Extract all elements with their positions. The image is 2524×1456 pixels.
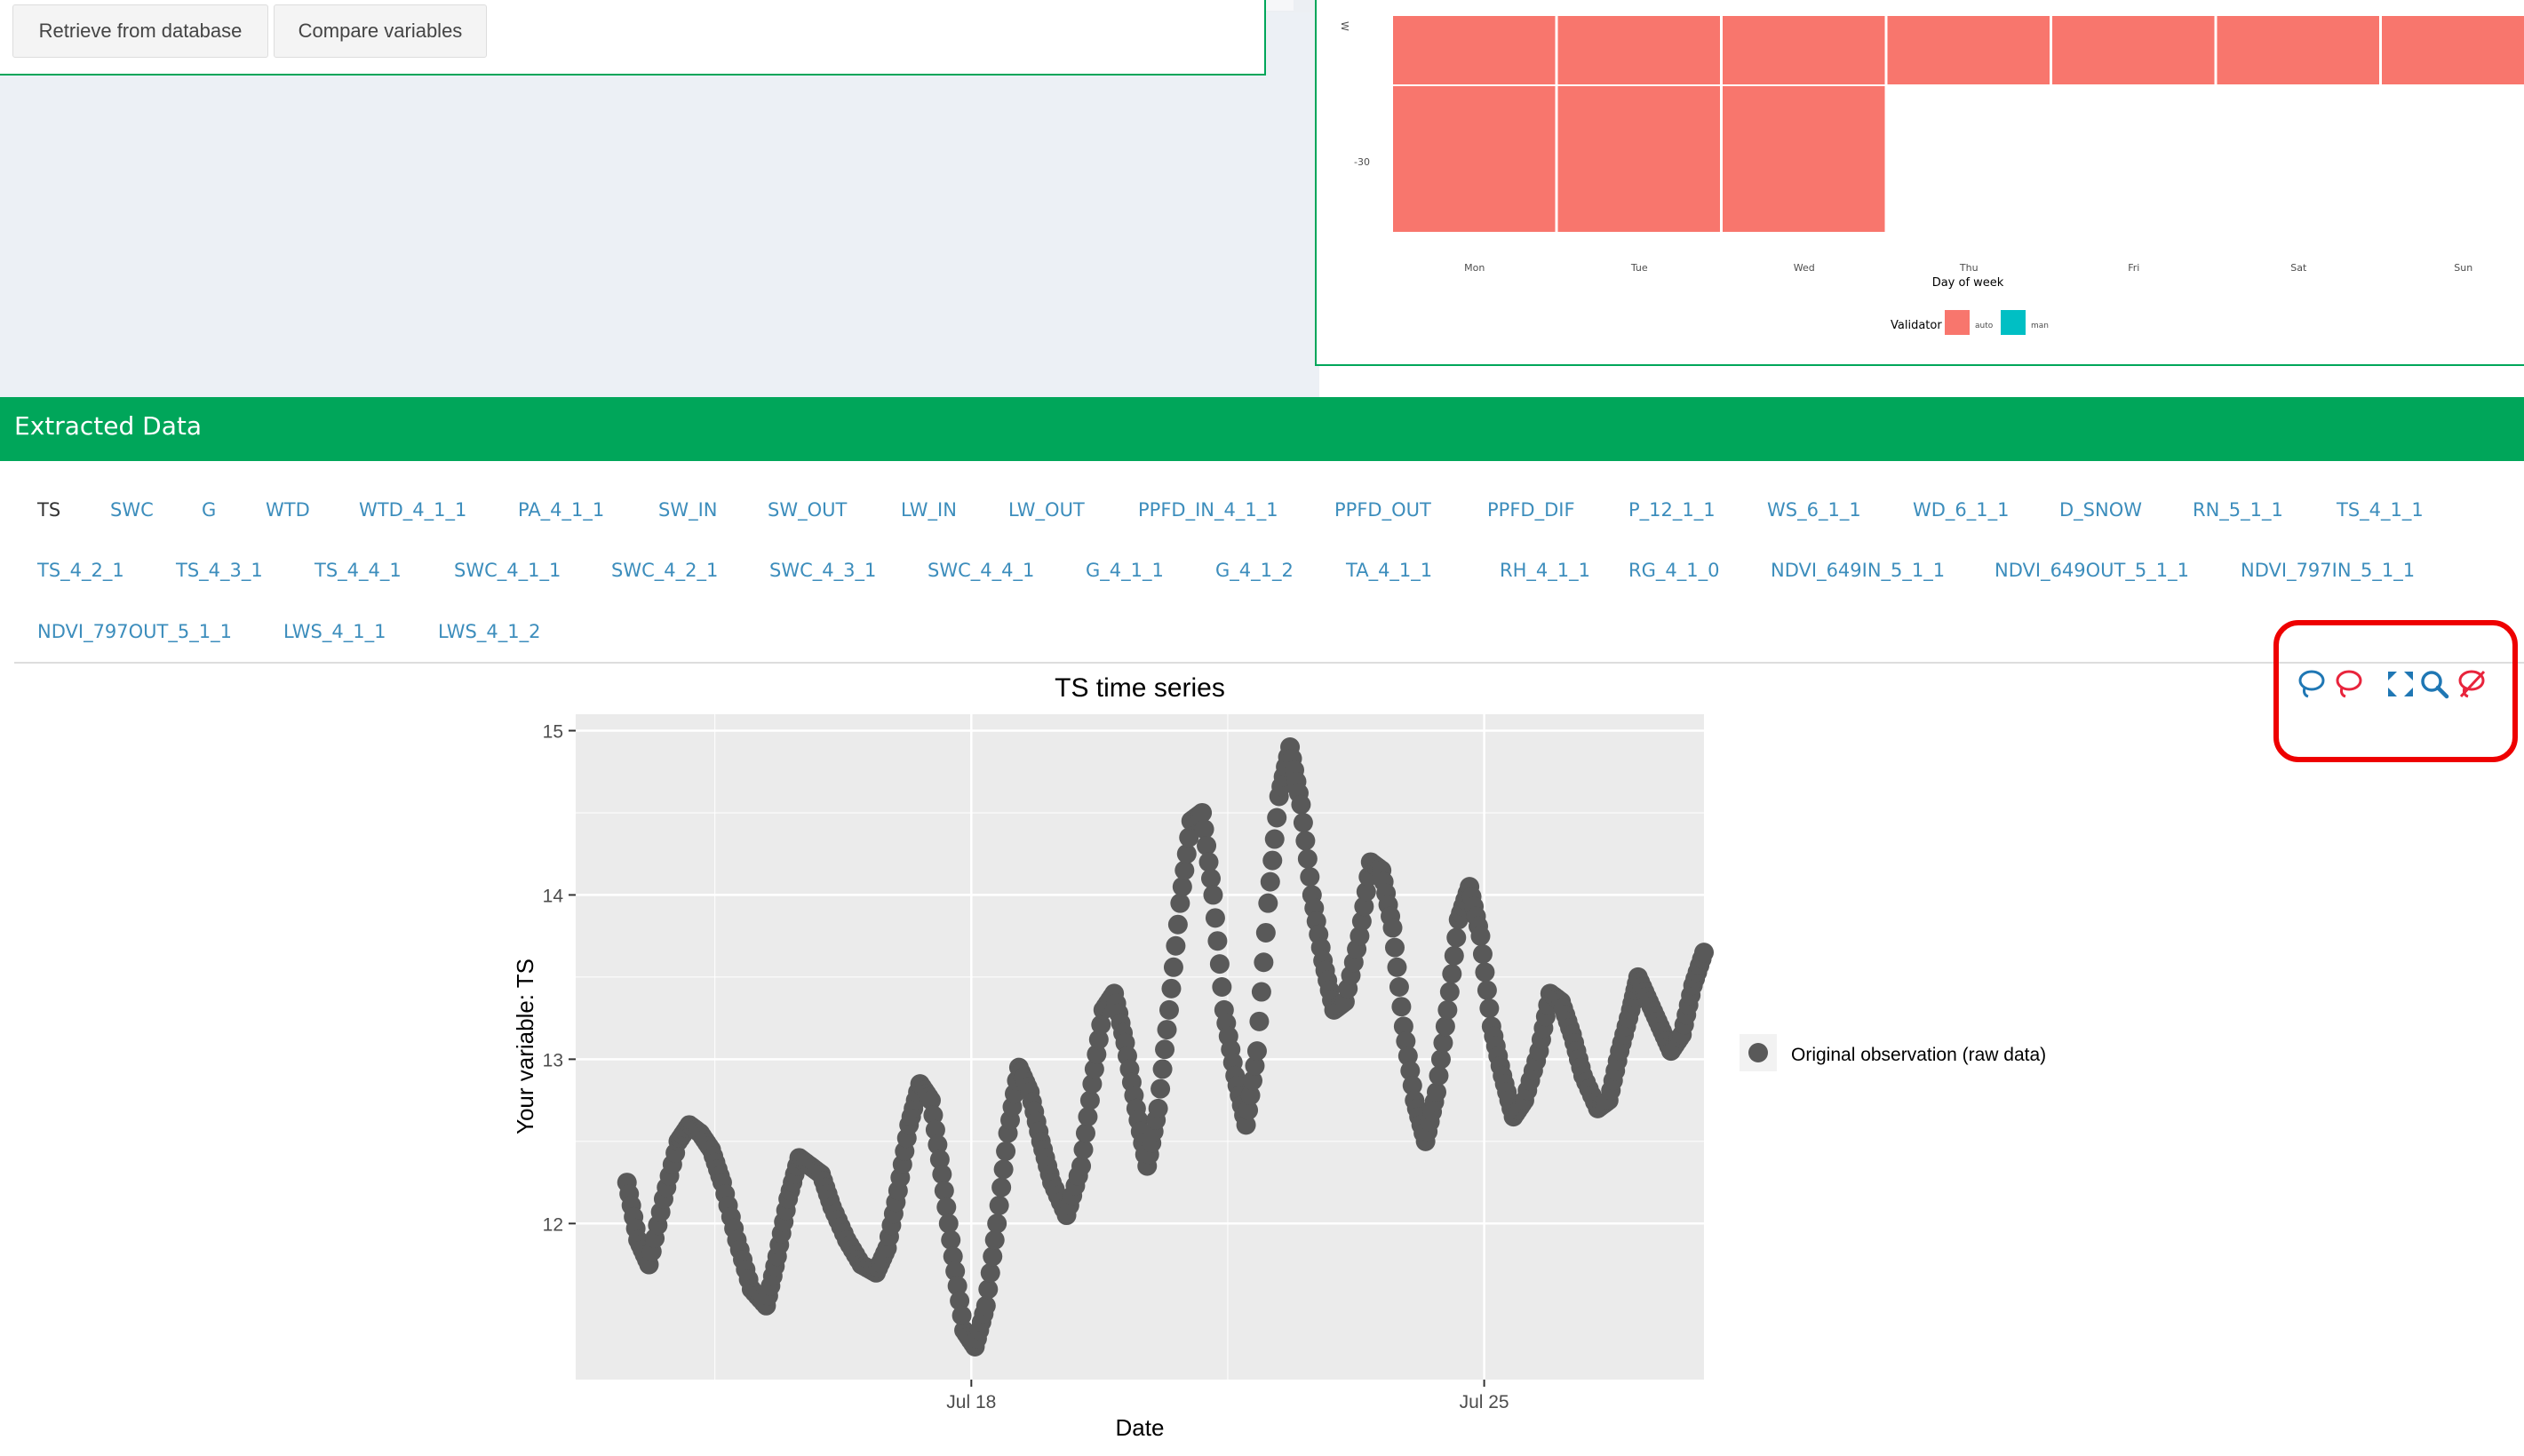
data-point [1174,860,1195,880]
x-tick-label: Jul 25 [1460,1392,1509,1412]
data-point [1258,893,1278,913]
plot-y-axis-title: Your variable: TS [512,959,538,1134]
data-point [978,1279,999,1300]
data-point [984,1229,1005,1250]
plot-x-axis-title: Date [1116,1414,1165,1441]
data-point [993,1159,1014,1180]
data-point [1152,1059,1173,1079]
y-tick-label: 15 [543,721,563,742]
data-point [938,1213,959,1234]
data-point [1479,999,1500,1019]
data-point [989,1195,1009,1215]
data-point [1429,1065,1449,1086]
data-point [1297,848,1318,869]
data-point [1255,922,1276,943]
data-point [991,1177,1012,1197]
data-point [1073,1140,1094,1160]
data-point [932,1164,952,1184]
data-point [1472,944,1493,965]
data-point [1437,999,1458,1020]
data-point [1192,802,1213,823]
data-point [1470,926,1491,946]
data-point [1291,794,1311,815]
data-point [1295,831,1316,851]
data-point [1246,1041,1267,1062]
ts-time-series-plot: 12 13 14 15 Jul 18 Jul 25 TS time series Dat… [512,673,2046,1441]
data-point [1166,935,1186,956]
data-point [1205,908,1225,928]
plot-x-ticks: Jul 18 Jul 25 [946,1380,1509,1412]
lasso-deselect-icon[interactable] [2333,668,2365,700]
data-point [1172,877,1192,897]
data-point [1155,1039,1175,1060]
data-point [1249,1011,1270,1031]
data-point [1078,1107,1098,1127]
plot-y-ticks: 12 13 14 15 [543,721,576,1235]
data-point [1176,844,1197,864]
data-point [1203,885,1223,905]
y-tick-label: 12 [543,1214,563,1235]
data-point [1260,871,1280,892]
data-point [1387,957,1407,977]
data-point [1200,868,1221,888]
data-point [1163,957,1183,977]
data-point [996,1141,1016,1161]
data-point [983,1246,1003,1267]
data-point [1197,835,1217,855]
data-point [1267,808,1287,828]
data-point [1212,976,1232,997]
data-point [975,1295,996,1316]
data-point [1439,982,1460,1002]
lasso-select-icon[interactable] [2296,668,2328,700]
data-point [1477,980,1497,1000]
data-point [1264,829,1285,849]
data-point [1167,914,1188,935]
data-point [1446,927,1467,948]
data-point [1075,1123,1095,1143]
data-point [1161,978,1182,999]
data-point [987,1213,1007,1234]
data-point [1071,1156,1092,1176]
data-point [1262,850,1283,871]
data-point [1444,945,1464,966]
data-point [1293,813,1313,833]
data-point [1389,976,1409,997]
data-point [1382,918,1403,938]
data-point [934,1181,954,1201]
x-tick-label: Jul 18 [946,1392,996,1412]
reset-selection-icon[interactable] [2456,668,2488,700]
data-point [1430,1049,1451,1070]
data-point [1384,937,1405,958]
data-point [1254,952,1274,973]
data-point [980,1262,1000,1283]
data-point [1251,982,1271,1002]
data-point [1694,943,1714,963]
data-point [1198,852,1219,872]
data-point [1435,1016,1455,1037]
legend-label: Original observation (raw data) [1791,1045,2046,1065]
zoom-icon[interactable] [2418,668,2450,700]
data-point [1157,1020,1177,1040]
data-point [1170,893,1190,913]
y-tick-label: 13 [543,1050,563,1070]
data-point [1079,1090,1100,1110]
data-point [1151,1078,1171,1099]
data-point [1442,964,1462,984]
data-point [1158,999,1179,1020]
data-point [1475,962,1495,983]
data-point [1426,1082,1446,1102]
data-point [936,1197,957,1217]
data-point [1194,819,1214,839]
autoscale-icon[interactable] [2385,668,2417,700]
y-tick-label: 14 [543,886,564,906]
data-point [1391,997,1412,1017]
data-point [1433,1032,1453,1053]
data-point [1300,867,1320,887]
data-point [1207,931,1228,951]
data-point [1209,954,1230,975]
plot-title: TS time series [1055,673,1225,703]
data-point [941,1229,961,1250]
data-point [1148,1098,1168,1118]
legend-point-marker [1748,1043,1768,1062]
